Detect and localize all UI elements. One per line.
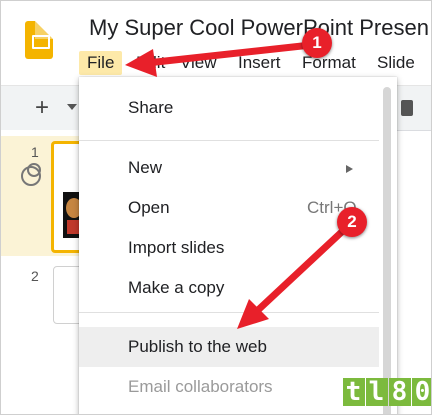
menu-edit[interactable]: Edit (136, 51, 165, 75)
menu-item-label: Publish to the web (128, 337, 267, 356)
menu-item-label: Import slides (128, 238, 225, 257)
watermark-letter: 8 (389, 378, 411, 406)
menu-item-label: Make a copy (128, 278, 225, 297)
menu-item-make-a-copy[interactable]: Make a copy (79, 270, 379, 306)
document-title[interactable]: My Super Cool PowerPoint Presen (89, 15, 429, 41)
toolbar-tool-icon[interactable] (401, 100, 413, 116)
slide-filmstrip: 1 2 (1, 130, 97, 414)
submenu-arrow-icon (346, 165, 353, 173)
menu-divider (79, 312, 379, 313)
menu-view[interactable]: View (180, 51, 217, 75)
menu-item-new[interactable]: New (79, 150, 379, 186)
menu-item-label: Open (128, 198, 170, 217)
menu-item-publish-to-web[interactable]: Publish to the web (79, 327, 379, 367)
menu-scrollbar[interactable] (383, 87, 391, 414)
link-icon (21, 163, 41, 186)
file-menu-dropdown: Share New Open Ctrl+O Import slides Make… (79, 77, 397, 414)
logo-inner (32, 35, 50, 49)
menu-item-email-collaborators: Email collaborators (79, 369, 379, 405)
menu-item-open[interactable]: Open Ctrl+O (79, 190, 379, 226)
step-badge-2: 2 (337, 207, 367, 237)
chevron-down-icon[interactable] (67, 104, 77, 110)
slide-number: 1 (31, 144, 39, 160)
step-badge-1: 1 (302, 28, 332, 58)
google-slides-logo-icon[interactable] (25, 21, 53, 59)
watermark-logo: tl80 (343, 377, 431, 407)
menu-divider (79, 140, 379, 141)
plus-icon[interactable]: + (35, 92, 49, 124)
menu-item-import-slides[interactable]: Import slides (79, 230, 379, 266)
menu-item-label: New (128, 158, 163, 177)
watermark-letter: 0 (412, 378, 431, 406)
menu-item-label: Email collaborators (128, 377, 273, 396)
app-window: My Super Cool PowerPoint Presen File Edi… (0, 0, 432, 415)
menu-slide[interactable]: Slide (377, 51, 415, 75)
menu-file[interactable]: File (79, 51, 123, 75)
watermark-letter: t (343, 378, 365, 406)
slide-number: 2 (31, 268, 39, 284)
menu-insert[interactable]: Insert (238, 51, 281, 75)
arrow-1-shaft (143, 41, 315, 67)
watermark-letter: l (366, 378, 388, 406)
menu-item-label: Share (128, 98, 174, 117)
menu-item-share[interactable]: Share (79, 90, 379, 126)
